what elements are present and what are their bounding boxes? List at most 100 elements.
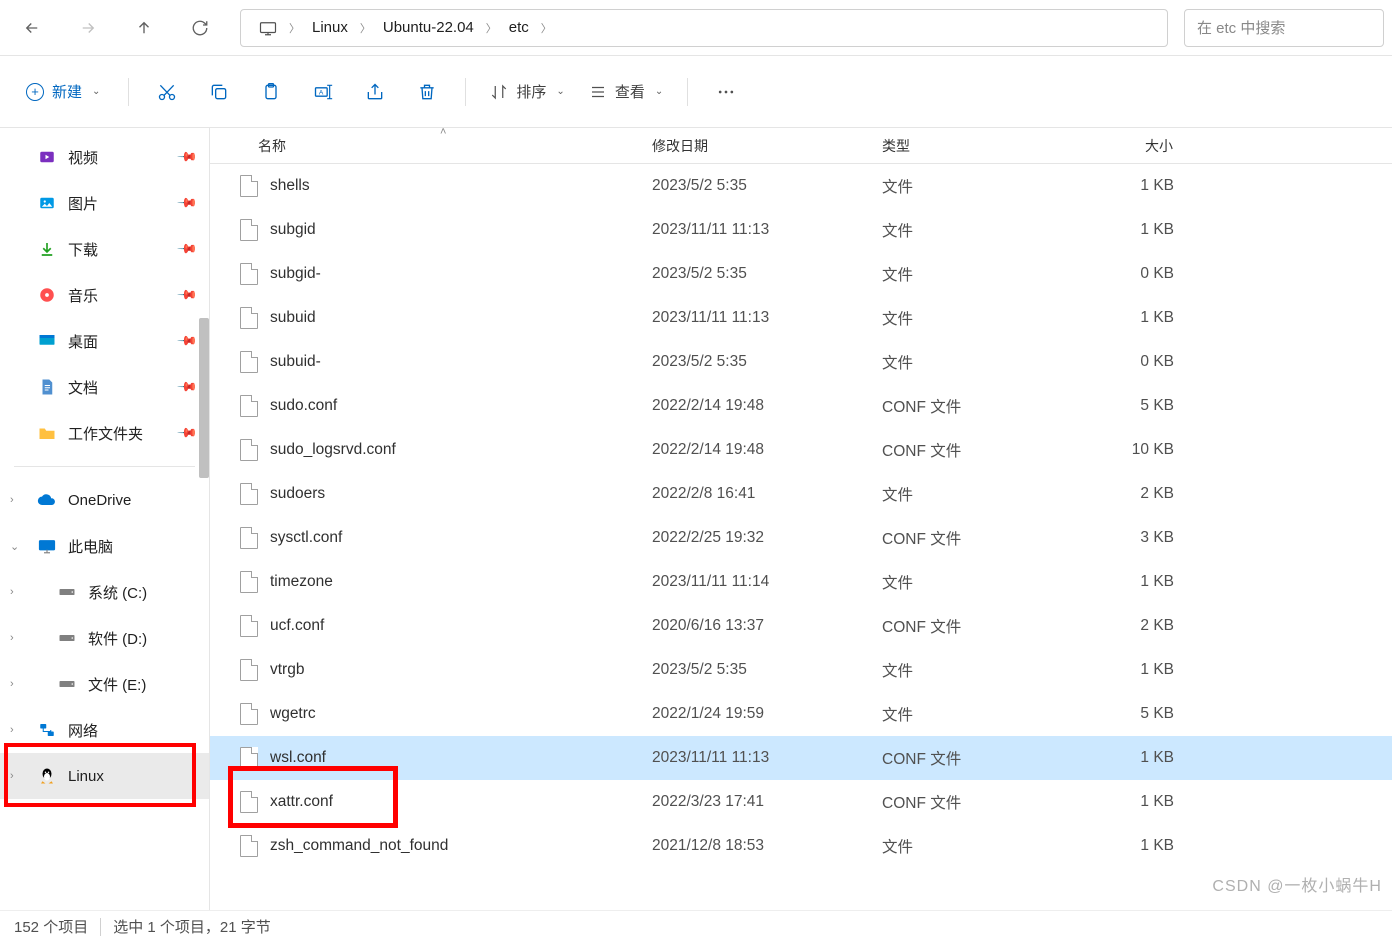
sidebar-tree-item[interactable]: ›系统 (C:) [0, 569, 209, 615]
sidebar-tree-item[interactable]: ›软件 (D:) [0, 615, 209, 661]
file-row[interactable]: zsh_command_not_found 2021/12/8 18:53 文件… [210, 824, 1392, 868]
sidebar-tree-item[interactable]: ›网络 [0, 707, 209, 753]
file-row[interactable]: subuid 2023/11/11 11:13 文件 1 KB [210, 296, 1392, 340]
view-button[interactable]: 查看 ⌄ [579, 73, 673, 110]
sidebar-quick-item[interactable]: 音乐📌 [0, 272, 209, 318]
file-row[interactable]: subuid- 2023/5/2 5:35 文件 0 KB [210, 340, 1392, 384]
sidebar: 视频📌图片📌下载📌音乐📌桌面📌文档📌工作文件夹📌›OneDrive⌄此电脑›系统… [0, 128, 210, 910]
file-row[interactable]: wgetrc 2022/1/24 19:59 文件 5 KB [210, 692, 1392, 736]
navigation-bar: 〉 Linux 〉 Ubuntu-22.04 〉 etc 〉 在 etc 中搜索 [0, 0, 1392, 56]
file-row[interactable]: sysctl.conf 2022/2/25 19:32 CONF 文件 3 KB [210, 516, 1392, 560]
file-row[interactable]: xattr.conf 2022/3/23 17:41 CONF 文件 1 KB [210, 780, 1392, 824]
chevron-icon: ⌄ [10, 540, 19, 553]
sidebar-tree-item[interactable]: ⌄此电脑 [0, 523, 209, 569]
column-size[interactable]: 大小 [1064, 128, 1184, 163]
sidebar-tree-item[interactable]: ›Linux [0, 753, 209, 799]
separator [465, 78, 466, 106]
sidebar-tree-item[interactable]: ›OneDrive [0, 477, 209, 523]
sidebar-quick-item[interactable]: 工作文件夹📌 [0, 410, 209, 456]
file-date: 2022/2/14 19:48 [642, 441, 872, 459]
file-row[interactable]: sudoers 2022/2/8 16:41 文件 2 KB [210, 472, 1392, 516]
back-button[interactable] [8, 8, 56, 48]
copy-button[interactable] [195, 72, 243, 112]
sidebar-quick-item[interactable]: 文档📌 [0, 364, 209, 410]
new-button[interactable]: + 新建 ⌄ [12, 73, 114, 110]
forward-button[interactable] [64, 8, 112, 48]
sidebar-item-label: 文件 (E:) [88, 674, 146, 695]
column-name[interactable]: 名称 [210, 128, 642, 163]
search-input[interactable]: 在 etc 中搜索 [1184, 9, 1384, 47]
file-list: ˄ 名称 修改日期 类型 大小 shells 2023/5/2 5:35 文件 … [210, 128, 1392, 910]
file-size: 2 KB [1064, 617, 1184, 635]
sidebar-item-label: 视频 [68, 147, 98, 168]
more-button[interactable] [702, 72, 750, 112]
file-type: 文件 [872, 307, 1064, 329]
file-size: 1 KB [1064, 177, 1184, 195]
file-name: sudo_logsrvd.conf [270, 441, 396, 459]
file-row[interactable]: sudo.conf 2022/2/14 19:48 CONF 文件 5 KB [210, 384, 1392, 428]
file-name: wsl.conf [270, 749, 326, 767]
sidebar-quick-item[interactable]: 下载📌 [0, 226, 209, 272]
chevron-right-icon: 〉 [287, 20, 302, 36]
sidebar-quick-item[interactable]: 桌面📌 [0, 318, 209, 364]
file-size: 1 KB [1064, 309, 1184, 327]
file-date: 2021/12/8 18:53 [642, 837, 872, 855]
file-name: zsh_command_not_found [270, 837, 448, 855]
file-icon [240, 483, 258, 505]
watermark: CSDN @一枚小蜗牛H [1212, 872, 1382, 896]
file-type: CONF 文件 [872, 527, 1064, 549]
file-size: 10 KB [1064, 441, 1184, 459]
sidebar-item-label: 网络 [68, 720, 98, 741]
file-row[interactable]: subgid 2023/11/11 11:13 文件 1 KB [210, 208, 1392, 252]
file-row[interactable]: timezone 2023/11/11 11:14 文件 1 KB [210, 560, 1392, 604]
linux-icon [36, 765, 58, 787]
pin-icon: 📌 [176, 146, 199, 169]
breadcrumb-seg-2[interactable]: etc [499, 10, 539, 46]
share-button[interactable] [351, 72, 399, 112]
column-type[interactable]: 类型 [872, 128, 1064, 163]
file-row[interactable]: shells 2023/5/2 5:35 文件 1 KB [210, 164, 1392, 208]
download-icon [36, 238, 58, 260]
delete-button[interactable] [403, 72, 451, 112]
sidebar-item-label: 工作文件夹 [68, 423, 143, 444]
file-type: 文件 [872, 835, 1064, 857]
file-row[interactable]: subgid- 2023/5/2 5:35 文件 0 KB [210, 252, 1392, 296]
breadcrumb-seg-1[interactable]: Ubuntu-22.04 [373, 10, 484, 46]
status-item-count: 152 个项目 [14, 916, 88, 937]
breadcrumb[interactable]: 〉 Linux 〉 Ubuntu-22.04 〉 etc 〉 [240, 9, 1168, 47]
chevron-down-icon: ⌄ [655, 86, 663, 97]
chevron-right-icon: 〉 [484, 20, 499, 36]
sort-button[interactable]: 排序 ⌄ [480, 73, 574, 110]
file-date: 2023/11/11 11:14 [642, 573, 872, 591]
sidebar-item-label: 下载 [68, 239, 98, 260]
rename-button[interactable]: A [299, 72, 347, 112]
file-icon [240, 351, 258, 373]
drive-icon [56, 581, 78, 603]
sidebar-tree-item[interactable]: ›文件 (E:) [0, 661, 209, 707]
file-date: 2023/11/11 11:13 [642, 749, 872, 767]
file-row[interactable]: vtrgb 2023/5/2 5:35 文件 1 KB [210, 648, 1392, 692]
file-date: 2023/5/2 5:35 [642, 661, 872, 679]
cut-button[interactable] [143, 72, 191, 112]
file-row[interactable]: wsl.conf 2023/11/11 11:13 CONF 文件 1 KB [210, 736, 1392, 780]
file-icon [240, 307, 258, 329]
refresh-button[interactable] [176, 8, 224, 48]
file-size: 5 KB [1064, 397, 1184, 415]
separator [128, 78, 129, 106]
file-name: xattr.conf [270, 793, 333, 811]
breadcrumb-seg-0[interactable]: Linux [302, 10, 358, 46]
column-date[interactable]: 修改日期 [642, 128, 872, 163]
picture-icon [36, 192, 58, 214]
paste-button[interactable] [247, 72, 295, 112]
file-row[interactable]: ucf.conf 2020/6/16 13:37 CONF 文件 2 KB [210, 604, 1392, 648]
sidebar-quick-item[interactable]: 图片📌 [0, 180, 209, 226]
breadcrumb-root-icon[interactable] [249, 10, 287, 46]
sidebar-quick-item[interactable]: 视频 📌 [0, 134, 209, 180]
chevron-down-icon: ⌄ [556, 86, 564, 97]
file-row[interactable]: sudo_logsrvd.conf 2022/2/14 19:48 CONF 文… [210, 428, 1392, 472]
separator [100, 918, 101, 936]
pin-icon: 📌 [176, 330, 199, 353]
up-button[interactable] [120, 8, 168, 48]
pin-icon: 📌 [176, 192, 199, 215]
file-type: CONF 文件 [872, 791, 1064, 813]
